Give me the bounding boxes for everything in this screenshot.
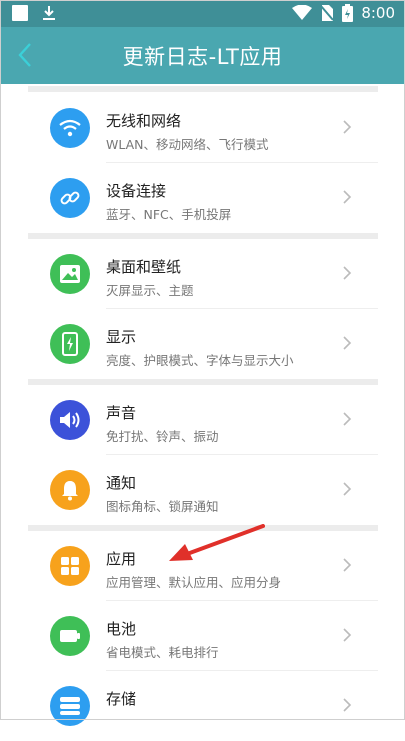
- link-icon: [50, 178, 90, 218]
- chevron-right-icon: [343, 336, 352, 350]
- page-title: 更新日志-LT应用: [122, 45, 283, 69]
- settings-item-storage[interactable]: 存储: [28, 671, 378, 741]
- item-subtitle: 灭屏显示、主题: [106, 283, 194, 298]
- item-title: 声音: [106, 404, 137, 422]
- square-icon: [12, 5, 28, 21]
- chevron-right-icon: [343, 190, 352, 204]
- no-sim-icon: [320, 5, 335, 21]
- item-subtitle: 亮度、护眼模式、字体与显示大小: [106, 353, 294, 368]
- settings-item-wireless[interactable]: 无线和网络 WLAN、移动网络、飞行模式: [28, 93, 378, 163]
- item-title: 应用: [106, 550, 137, 568]
- item-subtitle: 省电模式、耗电排行: [106, 645, 219, 660]
- settings-item-notification[interactable]: 通知 图标角标、锁屏通知: [28, 455, 378, 525]
- battery-icon: [342, 4, 354, 22]
- annotation-arrow-icon: [169, 524, 265, 561]
- group-divider: [28, 86, 378, 92]
- settings-item-desktop-wallpaper[interactable]: 桌面和壁纸 灭屏显示、主题: [28, 239, 378, 309]
- title-bar: 更新日志-LT应用: [0, 27, 405, 84]
- item-title: 设备连接: [106, 182, 167, 200]
- chevron-right-icon: [343, 482, 352, 496]
- speaker-icon: [50, 400, 90, 440]
- item-subtitle: WLAN、移动网络、飞行模式: [106, 137, 269, 152]
- item-title: 无线和网络: [106, 112, 182, 130]
- chevron-right-icon: [343, 120, 352, 134]
- settings-item-display[interactable]: 显示 亮度、护眼模式、字体与显示大小: [28, 309, 378, 379]
- chevron-right-icon: [343, 698, 352, 712]
- item-title: 电池: [106, 620, 137, 638]
- item-title: 存储: [106, 690, 137, 708]
- item-title: 桌面和壁纸: [106, 258, 182, 276]
- battery-icon: [50, 616, 90, 656]
- status-bar: 8:00: [0, 0, 405, 27]
- chevron-right-icon: [343, 558, 352, 572]
- item-subtitle: 蓝牙、NFC、手机投屏: [106, 207, 232, 222]
- item-title: 通知: [106, 474, 137, 492]
- phone-display-icon: [50, 324, 90, 364]
- chevron-right-icon: [343, 412, 352, 426]
- chevron-right-icon: [343, 266, 352, 280]
- item-subtitle: 图标角标、锁屏通知: [106, 499, 219, 514]
- status-time: 8:00: [361, 4, 395, 22]
- storage-icon: [50, 686, 90, 726]
- settings-item-device-connection[interactable]: 设备连接 蓝牙、NFC、手机投屏: [28, 163, 378, 233]
- settings-item-battery[interactable]: 电池 省电模式、耗电排行: [28, 601, 378, 671]
- settings-item-sound[interactable]: 声音 免打扰、铃声、振动: [28, 385, 378, 455]
- bell-icon: [50, 470, 90, 510]
- download-icon: [43, 6, 55, 20]
- settings-list: 无线和网络 WLAN、移动网络、飞行模式 设备连接 蓝牙、NFC、手机投屏 桌面…: [0, 84, 405, 726]
- item-subtitle: 应用管理、默认应用、应用分身: [106, 575, 282, 590]
- chevron-right-icon: [343, 628, 352, 642]
- image-icon: [50, 254, 90, 294]
- item-subtitle: 免打扰、铃声、振动: [106, 429, 219, 444]
- wifi-icon: [292, 5, 313, 20]
- wifi-icon: [50, 108, 90, 148]
- apps-grid-icon: [50, 546, 90, 586]
- item-title: 显示: [106, 328, 137, 346]
